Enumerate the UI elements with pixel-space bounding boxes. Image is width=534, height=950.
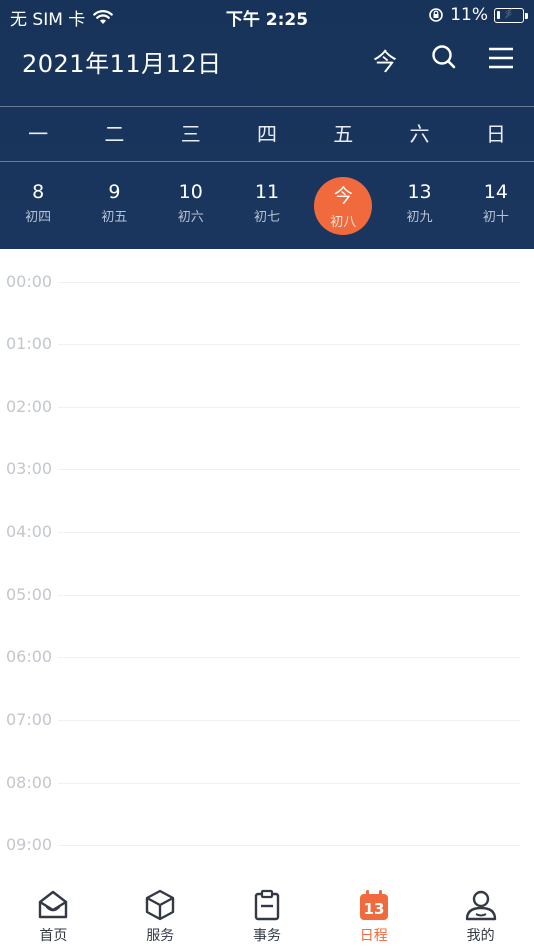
weekday-fri: 五 xyxy=(333,122,354,146)
orientation-lock-icon xyxy=(429,8,444,22)
time-slot[interactable]: 07:00 xyxy=(0,710,534,730)
time-slot[interactable]: 08:00 xyxy=(0,773,534,793)
time-label: 09:00 xyxy=(6,835,53,854)
time-label: 06:00 xyxy=(6,647,53,666)
time-label: 08:00 xyxy=(6,773,53,792)
hour-gridline xyxy=(58,845,520,846)
calendar-header: 无 SIM 卡 下午 2:25 11% ⚡ 2021年11月12日 今 一 二 … xyxy=(0,0,534,249)
header-divider-bottom xyxy=(0,161,534,162)
hour-gridline xyxy=(58,720,520,721)
time-label: 07:00 xyxy=(6,710,53,729)
time-slot[interactable]: 05:00 xyxy=(0,585,534,605)
weekday-row: 一 二 三 四 五 六 日 xyxy=(0,108,534,160)
search-icon[interactable] xyxy=(431,44,457,70)
lunar-date: 初七 xyxy=(253,210,280,225)
time-slot[interactable]: 02:00 xyxy=(0,397,534,417)
lunar-date: 初四 xyxy=(25,210,52,225)
hour-gridline xyxy=(58,469,520,470)
date-number: 11 xyxy=(254,181,280,203)
menu-icon[interactable] xyxy=(488,47,514,69)
tab-affairs[interactable]: 事务 xyxy=(214,880,321,950)
date-number: 14 xyxy=(483,181,508,203)
calendar-icon: 13 xyxy=(359,890,388,920)
charging-bolt-icon: ⚡ xyxy=(504,6,514,22)
weekday-mon: 一 xyxy=(28,122,49,146)
lunar-date: 初五 xyxy=(101,210,128,225)
date-number: 9 xyxy=(108,181,121,203)
time-label: 03:00 xyxy=(6,459,53,478)
hour-gridline xyxy=(58,532,520,533)
time-label: 00:00 xyxy=(6,272,53,291)
battery-icon: ⚡ xyxy=(494,6,528,23)
home-icon xyxy=(39,890,68,919)
battery-fill xyxy=(497,10,500,19)
date-cell[interactable]: 9 初五 xyxy=(76,163,152,249)
lunar-date: 初十 xyxy=(482,210,509,225)
date-cell[interactable]: 11 初七 xyxy=(229,163,305,249)
tab-label: 日程 xyxy=(359,928,388,944)
tab-label: 我的 xyxy=(466,928,495,944)
date-number: 今 xyxy=(333,185,353,207)
cube-icon xyxy=(145,889,175,921)
hour-gridline xyxy=(58,783,520,784)
time-slot[interactable]: 09:00 xyxy=(0,835,534,855)
date-cell[interactable]: 8 初四 xyxy=(0,163,76,249)
status-right: 11% ⚡ xyxy=(428,5,528,25)
time-label: 01:00 xyxy=(6,334,53,353)
date-number: 10 xyxy=(178,181,203,203)
weekday-tue: 二 xyxy=(104,122,125,146)
date-row: 8 初四 9 初五 10 初六 11 初七 今初八 13 初九 14 初十 xyxy=(0,163,534,249)
status-bar: 无 SIM 卡 下午 2:25 11% ⚡ xyxy=(0,0,534,30)
day-timeline[interactable]: 00:00 01:00 02:00 03:00 04:00 05:00 06:0… xyxy=(0,249,534,860)
hour-gridline xyxy=(58,595,520,596)
time-label: 04:00 xyxy=(6,522,53,541)
battery-percent: 11% xyxy=(450,5,488,25)
time-slot[interactable]: 04:00 xyxy=(0,522,534,542)
tab-label: 事务 xyxy=(252,928,281,944)
user-icon xyxy=(465,890,496,921)
today-button[interactable]: 今 xyxy=(373,42,397,77)
weekday-wed: 三 xyxy=(180,122,201,146)
header-divider-top xyxy=(0,106,534,107)
time-label: 02:00 xyxy=(6,397,53,416)
lunar-date: 初八 xyxy=(330,215,357,230)
hour-gridline xyxy=(58,657,520,658)
time-slot[interactable]: 01:00 xyxy=(0,334,534,354)
tab-schedule[interactable]: 13 日程 xyxy=(320,880,427,950)
tab-label: 首页 xyxy=(39,928,68,944)
date-number: 8 xyxy=(32,181,45,203)
date-cell[interactable]: 14 初十 xyxy=(458,163,534,249)
weekday-sun: 日 xyxy=(485,122,506,146)
tab-home[interactable]: 首页 xyxy=(0,880,107,950)
weekday-thu: 四 xyxy=(256,122,277,146)
date-number: 13 xyxy=(407,181,432,203)
current-date-title: 2021年11月12日 xyxy=(22,50,222,78)
date-cell[interactable]: 10 初六 xyxy=(153,163,229,249)
lunar-date: 初六 xyxy=(177,210,204,225)
date-cell[interactable]: 今初八 xyxy=(305,163,381,249)
time-slot[interactable]: 00:00 xyxy=(0,272,534,292)
svg-text:13: 13 xyxy=(363,900,384,918)
lunar-date: 初九 xyxy=(406,210,433,225)
tab-mine[interactable]: 我的 xyxy=(427,880,534,950)
tab-label: 服务 xyxy=(146,928,175,944)
weekday-sat: 六 xyxy=(409,122,430,146)
hour-gridline xyxy=(58,407,520,408)
title-row: 2021年11月12日 今 xyxy=(0,36,534,84)
bottom-tab-bar: 首页 服务 事务 13 日程 我的 xyxy=(0,880,534,950)
clipboard-icon xyxy=(254,889,280,921)
time-slot[interactable]: 06:00 xyxy=(0,647,534,667)
date-cell[interactable]: 13 初九 xyxy=(381,163,457,249)
time-slot[interactable]: 03:00 xyxy=(0,459,534,479)
tab-services[interactable]: 服务 xyxy=(107,880,214,950)
hour-gridline xyxy=(58,282,520,283)
hour-gridline xyxy=(58,344,520,345)
time-label: 05:00 xyxy=(6,585,53,604)
